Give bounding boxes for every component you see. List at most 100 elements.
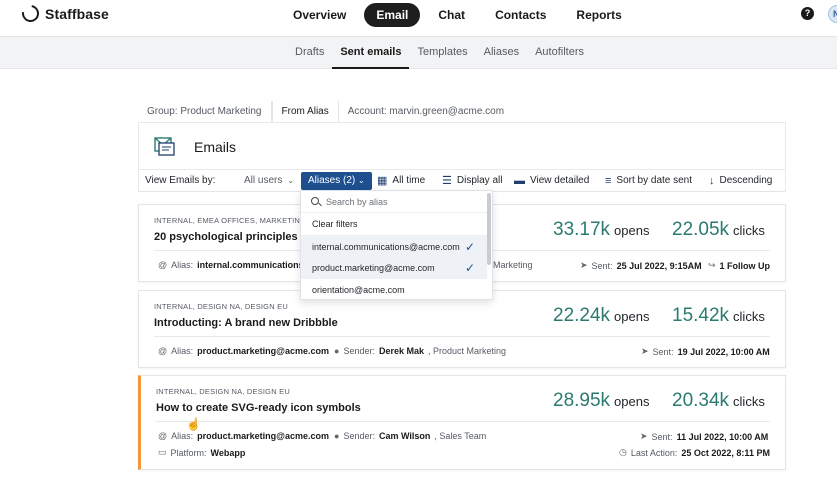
sender-label: Sender:: [343, 431, 375, 441]
top-navigation: Staffbase Overview Email Chat Contacts R…: [0, 0, 837, 36]
display-filter-button[interactable]: ☰ Display all: [442, 170, 502, 192]
time-filter-button[interactable]: ▦ All time: [377, 170, 425, 192]
platform-value: Webapp: [210, 447, 246, 458]
sub-tabs: Drafts Sent emails Templates Aliases Aut…: [287, 37, 592, 69]
subtab-aliases[interactable]: Aliases: [476, 37, 527, 69]
filter-group[interactable]: Group: Product Marketing: [138, 101, 272, 123]
sender-label: Sender:: [343, 346, 375, 356]
opens-count: 22.24k: [553, 305, 611, 326]
view-mode-label: View detailed: [530, 175, 590, 186]
alias-option[interactable]: orientation@acme.com: [301, 279, 487, 299]
filter-from-alias[interactable]: From Alias: [271, 101, 339, 123]
at-icon: @: [158, 260, 168, 270]
subtab-templates[interactable]: Templates: [409, 37, 475, 69]
sent-date: 11 Jul 2022, 10:00 AM: [676, 431, 769, 442]
tab-email[interactable]: Email: [364, 3, 421, 27]
dropdown-scrollbar[interactable]: [487, 193, 491, 265]
alias-info: @ Alias: internal.communications@: [158, 260, 312, 270]
sort-button[interactable]: ≡ Sort by date sent: [605, 170, 692, 192]
alias-option-label: internal.communications@acme.com: [312, 242, 460, 252]
email-subject[interactable]: Introducting: A brand new Dribbble: [154, 317, 338, 329]
all-users-label: All users: [244, 175, 283, 186]
aliases-select[interactable]: Aliases (2) ⌄: [301, 172, 372, 190]
sender-info: ● Sender: Derek Mak , Product Marketing: [334, 346, 506, 356]
emails-icon: [154, 137, 175, 156]
send-icon: ➤: [580, 260, 588, 270]
clicks-count: 20.34k: [672, 390, 730, 411]
last-action-info: ◷ Last Action: 25 Oct 2022, 8:11 PM: [619, 447, 770, 458]
sort-icon: ≡: [605, 175, 612, 187]
sent-label: Sent:: [591, 260, 613, 271]
clicks-label: clicks: [733, 394, 765, 409]
clear-filters-button[interactable]: Clear filters: [301, 213, 487, 235]
opens-stat: 28.95k opens: [553, 390, 649, 412]
alias-option-label: product.marketing@acme.com: [312, 263, 435, 273]
at-icon: @: [158, 431, 168, 441]
sent-info: ➤ Sent: 11 Jul 2022, 10:00 AM: [640, 431, 768, 442]
clicks-label: clicks: [733, 309, 765, 324]
alias-option[interactable]: product.marketing@acme.com ✓: [301, 257, 487, 279]
tab-reports[interactable]: Reports: [564, 3, 633, 27]
subtab-autofilters[interactable]: Autofilters: [527, 37, 592, 69]
filter-icon: ☰: [442, 175, 452, 187]
email-card[interactable]: INTERNAL, DESIGN NA, DESIGN EU How to cr…: [138, 375, 786, 470]
clicks-count: 15.42k: [672, 305, 730, 326]
platform-info: ▭ Platform: Webapp: [158, 447, 245, 458]
clicks-label: clicks: [733, 223, 765, 238]
chevron-down-icon: ⌄: [358, 176, 365, 185]
calendar-icon: ▦: [377, 175, 388, 187]
sender-info: ● Sender: Cam Wilson, Sales Team: [334, 431, 486, 441]
tab-contacts[interactable]: Contacts: [483, 3, 558, 27]
check-icon: ✓: [464, 261, 475, 275]
search-placeholder: Search by alias: [326, 197, 388, 207]
staffbase-logo-icon: [18, 1, 43, 26]
divider: [154, 336, 770, 337]
clicks-count: 22.05k: [672, 219, 730, 240]
clicks-stat: 22.05k clicks: [672, 219, 765, 241]
opens-label: opens: [614, 394, 650, 409]
alias-option-label: orientation@acme.com: [312, 285, 405, 295]
avatar[interactable]: N: [828, 5, 837, 23]
subtab-sent-emails[interactable]: Sent emails: [332, 37, 410, 69]
help-icon[interactable]: ?: [801, 7, 814, 20]
search-icon: [311, 197, 319, 205]
alias-info: @ Alias: product.marketing@acme.com: [158, 431, 329, 441]
alias-label: Alias:: [171, 260, 194, 270]
sort-label: Sort by date sent: [616, 175, 693, 186]
alias-value: internal.communications@: [197, 260, 313, 270]
tab-overview[interactable]: Overview: [281, 3, 358, 27]
filter-tabs: Group: Product Marketing From Alias Acco…: [138, 101, 513, 123]
sent-info: ➤ Sent: 19 Jul 2022, 10:00 AM: [641, 346, 770, 357]
opens-count: 33.17k: [553, 219, 611, 240]
filter-account[interactable]: Account: marvin.green@acme.com: [339, 101, 513, 123]
followup-count: 1 Follow Up: [719, 260, 771, 271]
clicks-stat: 15.42k clicks: [672, 305, 765, 327]
divider: [156, 421, 770, 422]
alias-label: Alias:: [171, 431, 194, 441]
alias-option[interactable]: internal.communications@acme.com ✓: [301, 235, 487, 257]
email-subject[interactable]: 20 psychological principles ap: [154, 231, 314, 243]
page-title: Emails: [194, 139, 237, 155]
platform-label: Platform:: [170, 447, 207, 458]
clicks-stat: 20.34k clicks: [672, 390, 765, 412]
send-icon: ➤: [641, 346, 649, 356]
subtab-drafts[interactable]: Drafts: [287, 37, 332, 69]
chevron-down-icon: ⌄: [287, 176, 295, 185]
staffbase-logo[interactable]: Staffbase: [18, 1, 109, 26]
order-button[interactable]: ↓ Descending: [709, 170, 772, 192]
all-users-select[interactable]: All users ⌄: [244, 170, 294, 192]
followup-info[interactable]: ↪ 1 Follow Up: [708, 260, 770, 271]
view-mode-button[interactable]: ▬ View detailed: [514, 170, 589, 192]
aliases-dropdown: Search by alias Clear filters internal.c…: [300, 190, 493, 300]
order-label: Descending: [719, 175, 773, 186]
view-detailed-icon: ▬: [514, 175, 525, 187]
email-card[interactable]: INTERNAL, DESIGN NA, DESIGN EU Introduct…: [138, 290, 786, 368]
alias-search-input[interactable]: Search by alias: [301, 191, 487, 213]
opens-stat: 22.24k opens: [553, 305, 649, 327]
main-tabs: Overview Email Chat Contacts Reports: [281, 3, 634, 27]
email-subject[interactable]: How to create SVG-ready icon symbols: [156, 402, 361, 414]
tab-chat[interactable]: Chat: [426, 3, 477, 27]
mouse-cursor-icon: ☝: [186, 417, 201, 431]
check-icon: ✓: [464, 240, 475, 254]
view-by-text: View Emails by:: [145, 175, 216, 186]
